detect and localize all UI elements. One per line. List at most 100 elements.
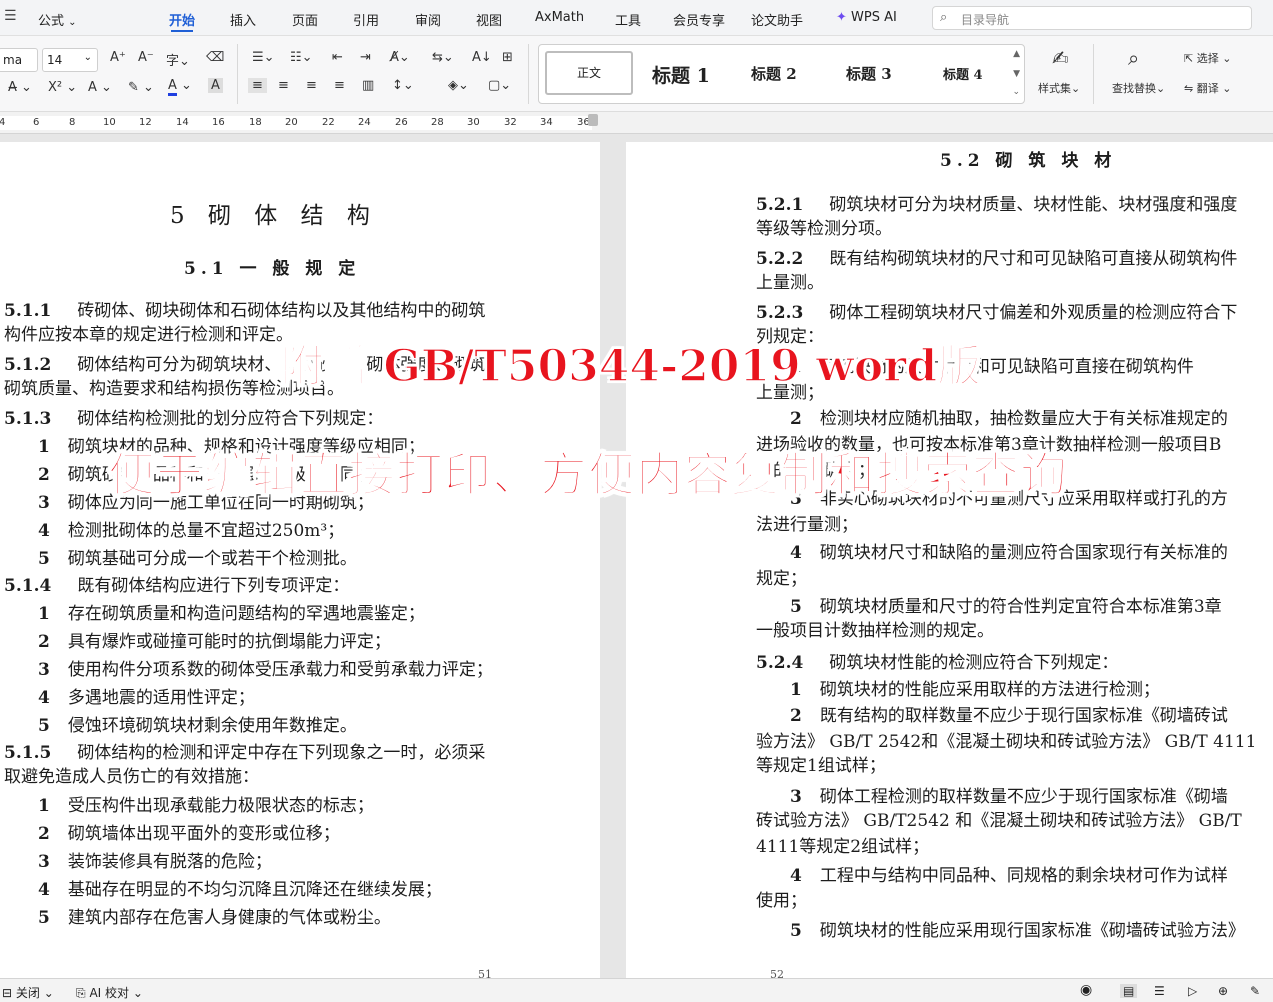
phonetic-icon[interactable]: 字⌄ xyxy=(166,50,190,69)
cursor-icon: ⇱ xyxy=(1184,52,1194,65)
play-icon[interactable]: ▷ xyxy=(1188,984,1197,998)
outline-view-icon[interactable]: ☰ xyxy=(1154,984,1165,998)
strikethrough-icon[interactable]: A̶ ⌄ xyxy=(8,80,32,95)
expand-gallery-icon[interactable]: ⌄ xyxy=(1012,87,1020,97)
formula-dropdown[interactable]: 公式 ⌄ xyxy=(38,10,77,29)
close-label: 关闭 xyxy=(15,986,40,1000)
superscript-icon[interactable]: X² ⌄ xyxy=(48,80,77,95)
right-indent-marker[interactable] xyxy=(588,114,598,126)
text-line: 2 既有结构的取样数量不应少于现行国家标准《砌墙砖试 xyxy=(790,701,1228,726)
item-number: 4 xyxy=(38,521,50,541)
clause-number: 5.1.4 xyxy=(4,576,52,596)
text-line: 法进行量测； xyxy=(756,510,858,535)
char-shading-icon[interactable]: A xyxy=(208,78,223,93)
horizontal-ruler[interactable]: 4 6 8 10 12 14 16 18 20 22 24 26 28 30 3… xyxy=(0,112,1273,134)
borders-icon[interactable]: ▢⌄ xyxy=(488,78,511,93)
search-placeholder: 目录导航 xyxy=(961,13,1010,27)
font-name-select[interactable]: ma xyxy=(0,48,38,72)
chinese-layout-icon[interactable]: A̸⌄ xyxy=(390,50,410,65)
sort-icon[interactable]: A↓ xyxy=(472,50,492,65)
tab-page[interactable]: 页面 xyxy=(292,10,318,29)
line-text: 多遇地震的适用性评定； xyxy=(67,688,255,708)
scroll-up-icon[interactable]: ▲ xyxy=(1013,49,1020,59)
align-right-icon[interactable]: ≡ xyxy=(306,78,317,93)
page-view-icon[interactable]: ▤ xyxy=(1120,984,1138,998)
ruler-tick: 8 xyxy=(69,117,76,128)
style-gallery: 正文 标题 1 标题 2 标题 3 标题 4 ▲ ▼ ⌄ xyxy=(538,44,1025,104)
numbered-list-icon[interactable]: ☷⌄ xyxy=(290,50,313,65)
item-number: 4 xyxy=(38,688,50,708)
close-icon: ⊟ xyxy=(2,986,13,1000)
tab-review[interactable]: 审阅 xyxy=(415,10,441,29)
document-page-right[interactable]: 5.2 砌 筑 块 材 5.2.1 砌筑块材可分为块材质量、块材性能、块材强度和强… xyxy=(626,142,1273,978)
ruler-tick: 28 xyxy=(431,117,444,128)
line-text: 受压构件出现承载能力极限状态的标志； xyxy=(67,796,374,816)
find-replace-button[interactable]: 查找替换⌄ xyxy=(1112,80,1165,96)
document-area[interactable]: 5 砌 体 结 构 5.1 一 般 规 定 5.1.1 砖砌体、砌块砌体和石砌体结… xyxy=(0,134,1273,978)
line-spacing-icon[interactable]: ↕⌄ xyxy=(392,78,414,93)
text-line: 5.2.1 砌筑块材可分为块材质量、块材性能、块材强度和强度 xyxy=(756,190,1237,215)
tab-paper-assistant[interactable]: 论文助手 xyxy=(751,10,803,29)
show-marks-icon[interactable]: ⊞ xyxy=(502,50,513,65)
tab-wps-ai[interactable]: ✦ WPS AI xyxy=(836,10,897,25)
eye-protection-icon[interactable]: ◉ xyxy=(1080,982,1092,998)
select-button[interactable]: ⇱ 选择 ⌄ xyxy=(1184,50,1231,66)
text-line: 5 砌筑块材质量和尺寸的符合性判定宜符合本标准第3章 xyxy=(790,592,1222,617)
style-heading-3[interactable]: 标题 3 xyxy=(846,63,892,84)
item-number: 4 xyxy=(38,880,50,900)
tab-view[interactable]: 视图 xyxy=(476,10,502,29)
font-size-select[interactable]: 14 ⌄ xyxy=(42,48,98,72)
text-line: 5.2.3 砌体工程砌筑块材尺寸偏差和外观质量的检测应符合下 xyxy=(756,298,1237,323)
style-heading-4[interactable]: 标题 4 xyxy=(943,64,983,83)
distributed-icon[interactable]: ▥ xyxy=(362,78,374,93)
style-heading-2[interactable]: 标题 2 xyxy=(751,63,797,84)
style-set-icon[interactable]: ✍ xyxy=(1052,46,1069,70)
find-icon[interactable]: ⌕ xyxy=(1128,46,1139,70)
text-direction-icon[interactable]: ⇆⌄ xyxy=(432,50,454,65)
shading-icon[interactable]: ◈⌄ xyxy=(448,78,469,93)
align-center-icon[interactable]: ≡ xyxy=(278,78,289,93)
line-text: 构件应按本章的规定进行检测和评定。 xyxy=(4,325,293,345)
tab-tools[interactable]: 工具 xyxy=(615,10,641,29)
outline-search-input[interactable]: ⌕ 目录导航 xyxy=(932,6,1252,30)
scroll-down-icon[interactable]: ▼ xyxy=(1013,69,1020,79)
style-set-label: 样式集 xyxy=(1038,82,1071,95)
increase-indent-icon[interactable]: ⇥ xyxy=(360,50,371,65)
text-line: 4 工程中与结构中同品种、同规格的剩余块材可作为试样 xyxy=(790,861,1228,886)
text-effect-icon[interactable]: A ⌄ xyxy=(88,80,112,95)
tab-references[interactable]: 引用 xyxy=(353,10,379,29)
divider xyxy=(528,44,529,104)
edit-icon[interactable]: ✎ xyxy=(1250,984,1260,998)
tab-axmath[interactable]: AxMath xyxy=(535,10,584,25)
item-number: 3 xyxy=(38,660,50,680)
line-text: 规定； xyxy=(756,569,807,589)
tab-home[interactable]: 开始 xyxy=(169,10,195,32)
style-heading-1[interactable]: 标题 1 xyxy=(652,61,710,88)
text-line: 5 建筑内部存在危害人身健康的气体或粉尘。 xyxy=(38,903,391,928)
font-color-icon[interactable]: A ⌄ xyxy=(168,78,192,96)
tab-member[interactable]: 会员专享 xyxy=(673,10,725,29)
item-number: 3 xyxy=(38,852,50,872)
bullet-list-icon[interactable]: ☰⌄ xyxy=(252,50,275,65)
clear-format-icon[interactable]: ⌫ xyxy=(206,50,224,65)
align-left-icon[interactable]: ≡ xyxy=(248,78,267,93)
style-set-button[interactable]: 样式集⌄ xyxy=(1038,80,1080,96)
text-line: 4111等规定2组试样； xyxy=(756,832,929,857)
decrease-indent-icon[interactable]: ⇤ xyxy=(332,50,343,65)
document-page-left[interactable]: 5 砌 体 结 构 5.1 一 般 规 定 5.1.1 砖砌体、砌块砌体和石砌体结… xyxy=(0,142,600,978)
highlight-icon[interactable]: ✎ ⌄ xyxy=(128,80,154,95)
section-title: 5.1 一 般 规 定 xyxy=(184,259,361,279)
style-normal[interactable]: 正文 xyxy=(545,51,633,95)
line-text: 检测块材应随机抽取，抽检数量应大于有关标准规定的 xyxy=(819,409,1228,429)
justify-icon[interactable]: ≡ xyxy=(334,78,345,93)
web-view-icon[interactable]: ⊕ xyxy=(1218,984,1228,998)
translate-button[interactable]: ⇋ 翻译 ⌄ xyxy=(1184,80,1231,96)
close-button[interactable]: ⊟ 关闭 ⌄ xyxy=(2,984,54,1001)
shrink-font-icon[interactable]: A⁻ xyxy=(138,50,154,65)
ai-check-button[interactable]: ⎘ AI 校对 ⌄ xyxy=(76,984,143,1001)
text-line: 5.1.1 砖砌体、砌块砌体和石砌体结构以及其他结构中的砌筑 xyxy=(4,296,485,321)
clause-number: 5.2.2 xyxy=(756,249,804,269)
grow-font-icon[interactable]: A⁺ xyxy=(110,50,126,65)
tab-insert[interactable]: 插入 xyxy=(230,10,256,29)
menu-icon[interactable]: ☰ xyxy=(4,8,17,24)
